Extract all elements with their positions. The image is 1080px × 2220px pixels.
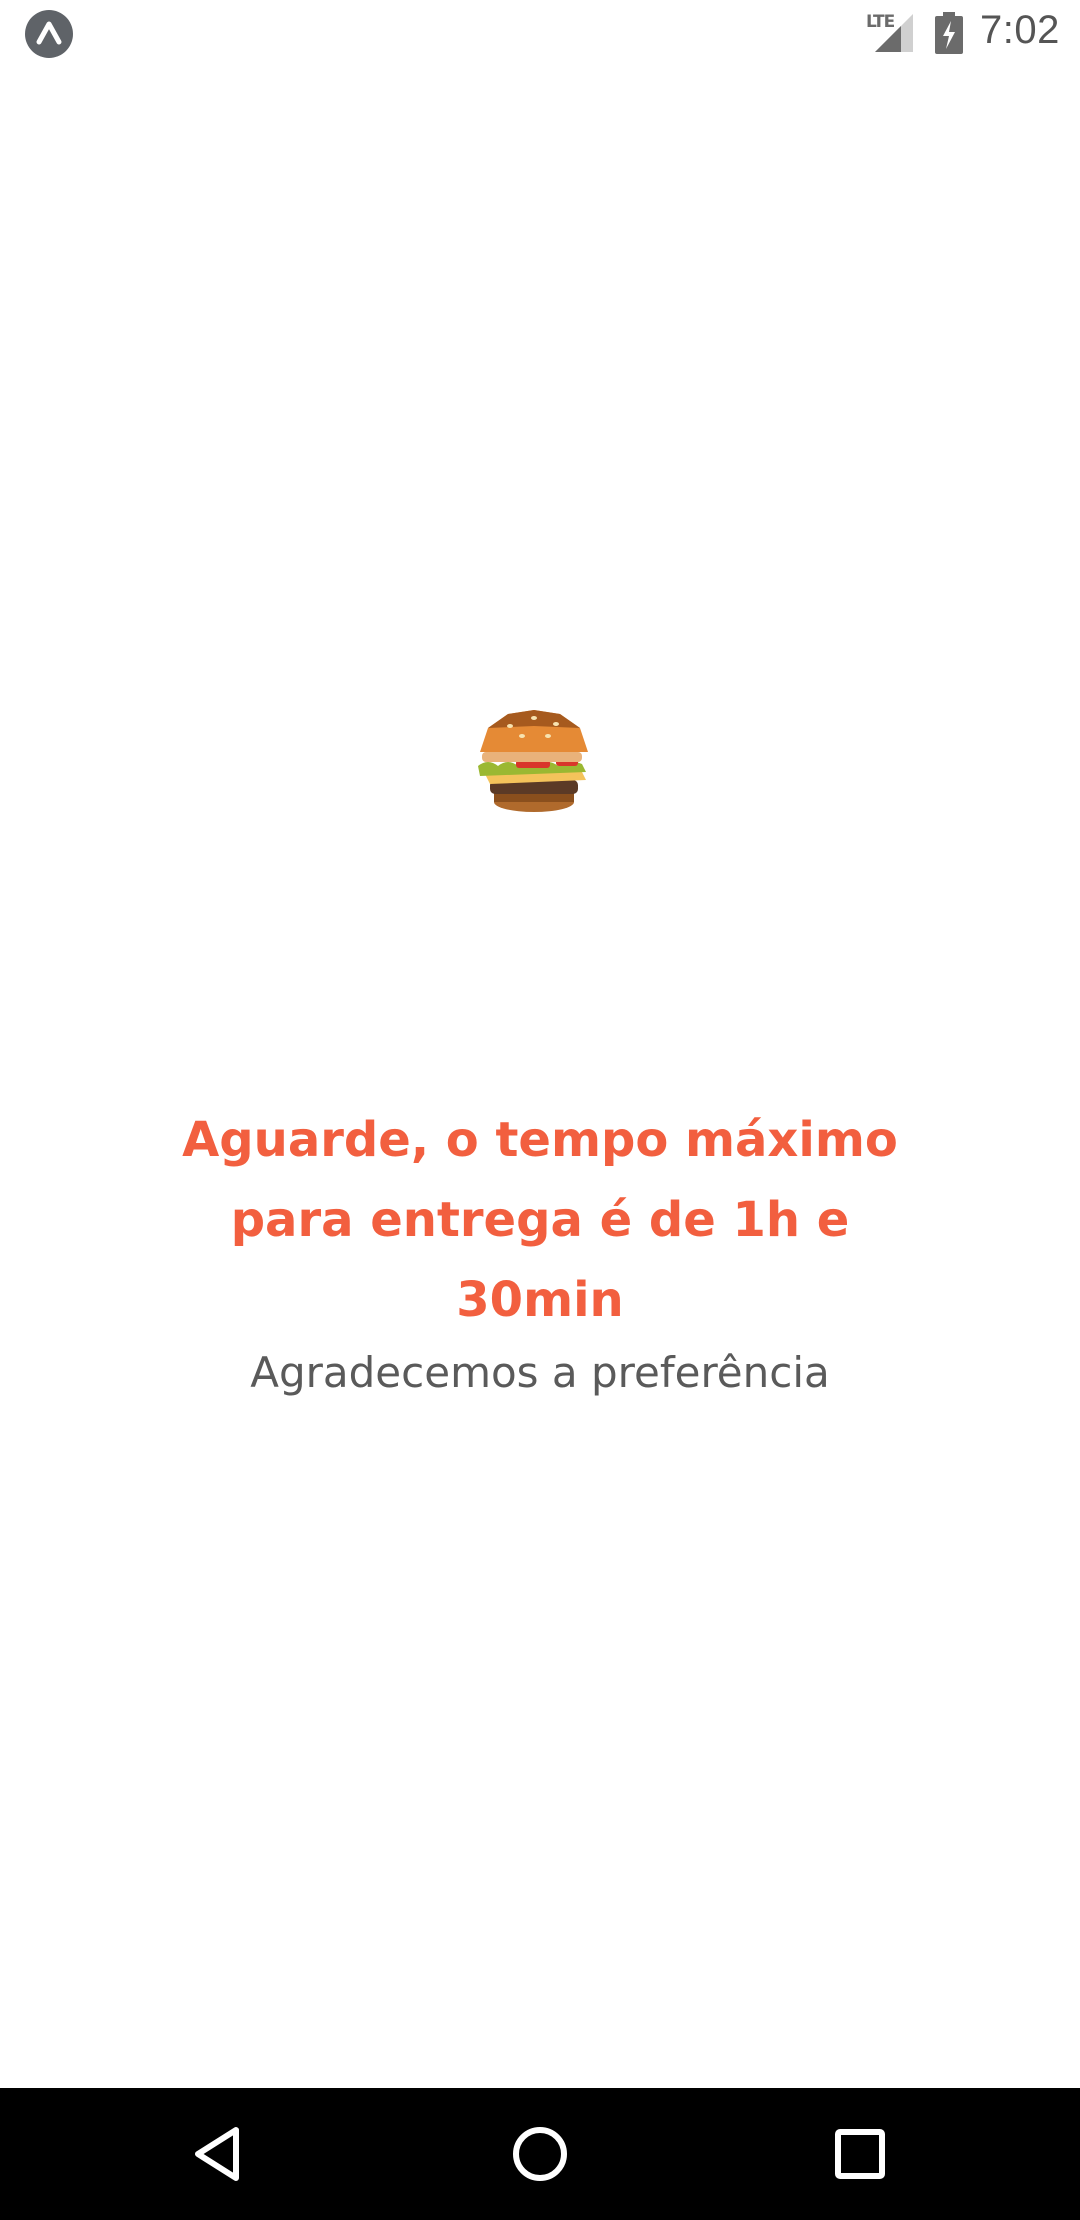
delivery-message: Aguarde, o tempo máximo para entrega é d… [160, 1100, 920, 1406]
status-clock: 7:02 [980, 8, 1060, 52]
system-nav-bar [0, 2088, 1080, 2220]
home-circle-icon[interactable] [508, 2122, 572, 2186]
cell-signal-icon [875, 14, 913, 52]
recents-square-icon[interactable] [828, 2122, 892, 2186]
burger-icon [478, 710, 588, 812]
status-bar: LTE 7:02 [0, 0, 1080, 66]
thank-you-subline: Agradecemos a preferência [250, 1348, 830, 1397]
delivery-time-headline: Aguarde, o tempo máximo para entrega é d… [182, 1112, 898, 1328]
back-triangle-icon[interactable] [188, 2122, 252, 2186]
battery-charging-icon [935, 12, 963, 54]
expo-logo-icon [25, 10, 73, 58]
